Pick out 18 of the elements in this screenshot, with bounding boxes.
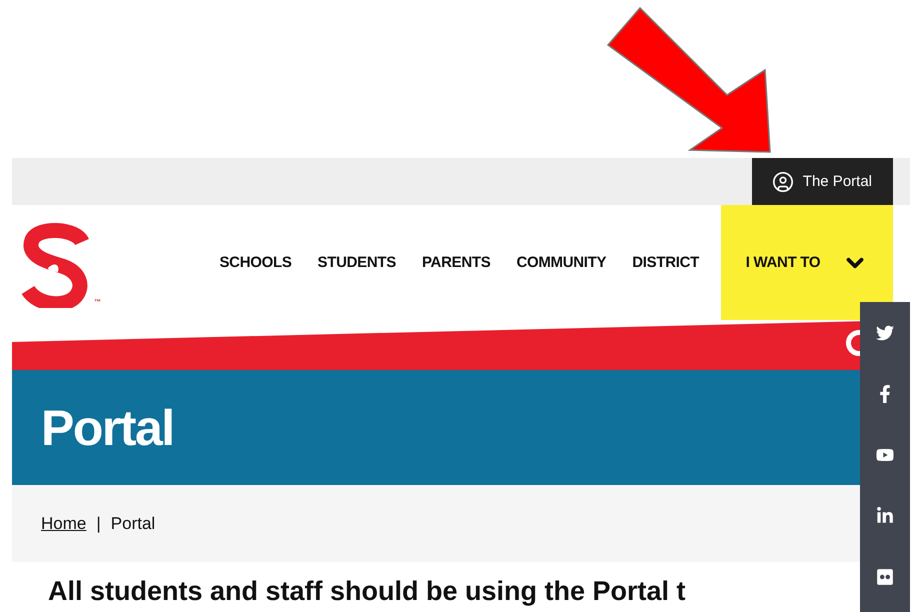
portal-link[interactable]: The Portal [752,158,893,205]
linkedin-icon[interactable] [876,507,894,525]
flickr-icon[interactable] [876,568,894,586]
nav-link[interactable]: DISTRICT [632,254,699,271]
twitter-icon[interactable] [876,324,894,342]
page-title: Portal [41,398,174,456]
breadcrumb-current: Portal [110,514,156,534]
user-icon [772,170,794,192]
nav-link[interactable]: SCHOOLS [219,254,292,271]
page-heading: All students and staff should be using the Portal t [48,576,686,607]
nav-link[interactable]: PARENTS [422,254,490,271]
nav-link[interactable]: STUDENTS [318,254,396,271]
nav-link[interactable]: COMMUNITY [516,254,606,271]
ring-icon [846,330,860,356]
i-want-to-menu[interactable]: I WANT TO [721,205,893,320]
youtube-icon[interactable] [876,446,894,464]
breadcrumb-separator: | [96,514,101,534]
breadcrumb-link[interactable]: Home [41,514,86,534]
